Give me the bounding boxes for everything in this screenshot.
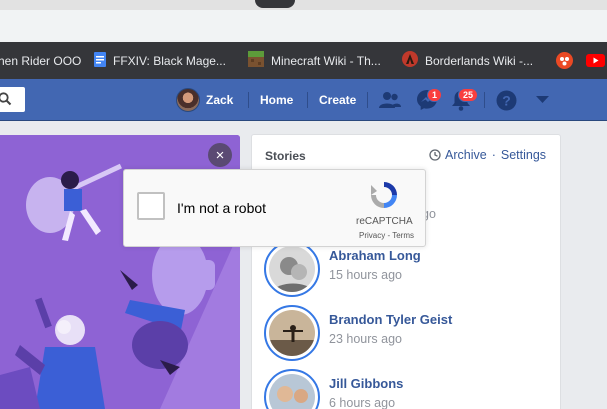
facebook-top-nav: Zack Home Create 1 25 ? [0, 79, 607, 121]
bookmark-item[interactable]: Borderlands Wiki -... [402, 42, 533, 79]
active-tab-edge[interactable] [255, 0, 295, 8]
story-time: 15 hours ago [329, 268, 402, 282]
story-item[interactable]: Jill Gibbons 6 hours ago [264, 369, 554, 409]
recaptcha-brand: reCAPTCHA [356, 216, 413, 227]
archive-clock-icon [429, 149, 441, 161]
create-link[interactable]: Create [319, 79, 356, 121]
help-icon[interactable]: ? [496, 79, 517, 121]
recaptcha-widget: I'm not a robot reCAPTCHA Privacy - Term… [123, 169, 426, 247]
story-avatar [264, 305, 320, 361]
nav-divider [307, 92, 308, 108]
privacy-link[interactable]: Privacy [359, 231, 385, 240]
messages-badge: 1 [427, 88, 443, 102]
profile-link[interactable]: Zack [176, 79, 233, 121]
account-menu-caret-icon[interactable] [536, 79, 549, 121]
nav-divider [248, 92, 249, 108]
story-avatar [264, 241, 320, 297]
story-author[interactable]: Abraham Long [329, 248, 421, 263]
bookmark-label: hen Rider OOO [0, 53, 82, 68]
story-item[interactable]: Abraham Long 15 hours ago [264, 241, 554, 299]
bookmarks-bar: hen Rider OOO FFXIV: Black Mage... Minec… [0, 42, 607, 79]
close-icon: × [215, 146, 225, 164]
recaptcha-label: I'm not a robot [177, 200, 267, 216]
home-label: Home [260, 93, 294, 107]
story-avatar [264, 369, 320, 409]
minecraft-icon [248, 51, 264, 70]
create-label: Create [319, 93, 357, 107]
recaptcha-checkbox[interactable] [137, 192, 165, 220]
friend-requests-icon[interactable] [379, 79, 401, 121]
close-banner-button[interactable]: × [208, 143, 232, 167]
recaptcha-links: Privacy - Terms [359, 231, 414, 240]
story-author[interactable]: Jill Gibbons [329, 376, 403, 391]
nav-divider [367, 92, 368, 108]
link-separator: · [491, 148, 496, 162]
bookmark-item[interactable]: FFXIV: Black Mage... [94, 42, 226, 79]
borderlands-icon [402, 51, 418, 70]
archive-link[interactable]: Archive [445, 148, 487, 162]
bookmark-label: FFXIV: Black Mage... [113, 53, 226, 68]
browser-tabstrip [0, 0, 607, 42]
tabstrip-edge [0, 0, 607, 10]
document-icon [94, 51, 106, 70]
story-time: 6 hours ago [329, 396, 396, 409]
notifications-badge: 25 [458, 88, 479, 102]
terms-link[interactable]: Terms [392, 231, 414, 240]
bookmark-label: Minecraft Wiki - Th... [271, 53, 381, 68]
svg-text:?: ? [502, 92, 511, 108]
home-link[interactable]: Home [260, 79, 293, 121]
search-button[interactable] [0, 87, 25, 112]
extension-icon[interactable] [556, 52, 573, 72]
recaptcha-logo-icon [368, 179, 400, 216]
story-author[interactable]: Brandon Tyler Geist [329, 312, 452, 327]
bookmark-item[interactable]: hen Rider OOO [0, 42, 81, 79]
story-item[interactable]: Brandon Tyler Geist 23 hours ago [264, 305, 554, 363]
settings-link[interactable]: Settings [501, 148, 546, 162]
stories-title: Stories [265, 149, 306, 163]
story-time: 23 hours ago [329, 332, 402, 346]
bookmark-label: Borderlands Wiki -... [425, 53, 534, 68]
bookmark-item[interactable]: Minecraft Wiki - Th... [248, 42, 381, 79]
nav-divider [484, 92, 485, 108]
youtube-icon[interactable] [586, 52, 605, 71]
profile-name: Zack [206, 93, 234, 107]
stories-links: Archive · Settings [429, 148, 546, 162]
avatar [176, 88, 200, 112]
